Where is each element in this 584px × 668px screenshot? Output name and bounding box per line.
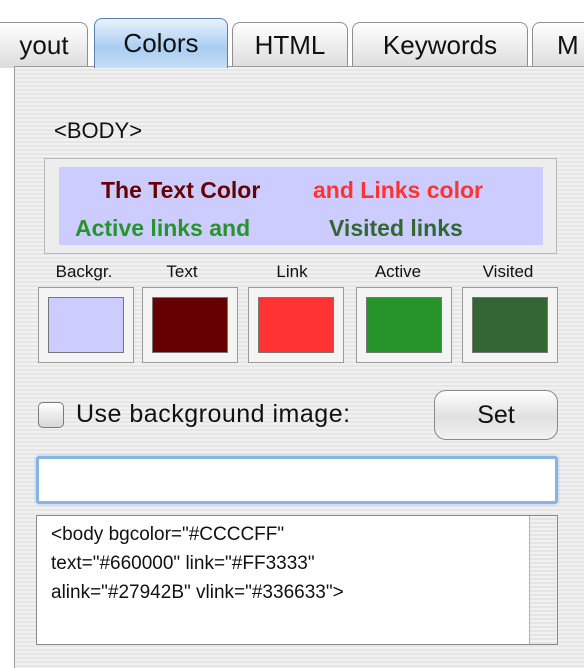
swatch-text-fill — [152, 297, 228, 353]
preview-visited-links: Visited links — [329, 215, 463, 241]
swatch-text[interactable] — [142, 287, 238, 363]
preview-active-links: Active links and — [75, 215, 251, 241]
swatch-background-fill — [48, 297, 124, 353]
background-image-label: Use background image: — [76, 400, 351, 428]
code-scrollbar[interactable] — [529, 516, 557, 644]
swatch-active-fill — [366, 297, 442, 353]
body-section-label: <BODY> — [54, 118, 143, 143]
set-background-button[interactable]: Set — [434, 390, 558, 440]
tab-colors[interactable]: Colors — [94, 18, 228, 68]
tab-bar: yout Colors HTML Keywords M — [0, 0, 584, 70]
swatch-label-visited: Visited — [482, 262, 534, 281]
swatch-link[interactable] — [248, 287, 344, 363]
swatch-active[interactable] — [356, 287, 452, 363]
swatch-label-active: Active — [374, 262, 422, 281]
color-preview: The Text Color and Links color Active li… — [59, 167, 543, 245]
tab-keywords[interactable]: Keywords — [352, 22, 528, 68]
body-tag-code-area[interactable]: <body bgcolor="#CCCCFF" text="#660000" li… — [36, 515, 558, 645]
tab-html[interactable]: HTML — [232, 22, 348, 68]
background-image-checkbox[interactable] — [38, 402, 64, 428]
swatch-visited-fill — [472, 297, 548, 353]
preview-text-color: The Text Color — [101, 177, 261, 203]
swatch-label-background: Backgr. — [55, 262, 113, 281]
swatch-link-fill — [258, 297, 334, 353]
swatch-label-link: Link — [276, 262, 308, 281]
background-image-path-input[interactable] — [36, 456, 558, 504]
swatch-visited[interactable] — [462, 287, 558, 363]
color-preview-frame: The Text Color and Links color Active li… — [44, 158, 557, 254]
tab-more[interactable]: M — [532, 22, 584, 68]
swatch-label-text: Text — [166, 262, 198, 281]
swatch-background[interactable] — [38, 287, 134, 363]
preview-links-color: and Links color — [313, 177, 483, 203]
tab-layout[interactable]: yout — [0, 22, 88, 68]
body-tag-code: <body bgcolor="#CCCCFF" text="#660000" li… — [51, 524, 344, 603]
